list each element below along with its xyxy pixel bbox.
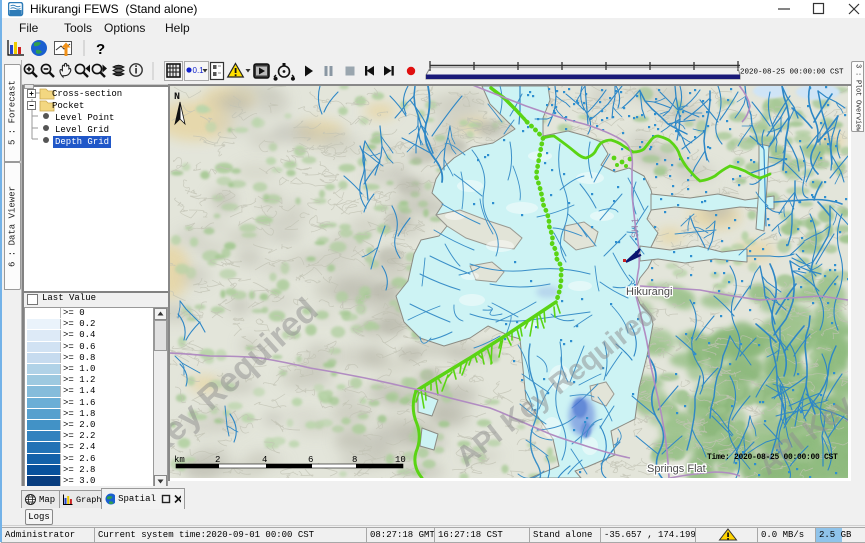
svg-text:2: 2 xyxy=(215,455,220,465)
svg-text:Springs Flat: Springs Flat xyxy=(647,463,706,475)
svg-text:Time: 2020-08-25 00:00:00 CST: Time: 2020-08-25 00:00:00 CST xyxy=(707,453,838,462)
svg-text:8: 8 xyxy=(352,455,357,465)
svg-text:0.1: 0.1 xyxy=(193,66,205,75)
svg-text:6: 6 xyxy=(308,455,313,465)
svg-text:SH 1: SH 1 xyxy=(630,218,640,238)
svg-text:?: ? xyxy=(96,41,105,58)
svg-text:10: 10 xyxy=(395,455,406,465)
svg-text:N: N xyxy=(174,92,180,103)
svg-text:2020-08-25 00:00:00 CST: 2020-08-25 00:00:00 CST xyxy=(740,69,844,77)
svg-text:4: 4 xyxy=(262,455,267,465)
svg-text:Hikurangi: Hikurangi xyxy=(626,286,672,298)
svg-text:km: km xyxy=(174,455,185,465)
